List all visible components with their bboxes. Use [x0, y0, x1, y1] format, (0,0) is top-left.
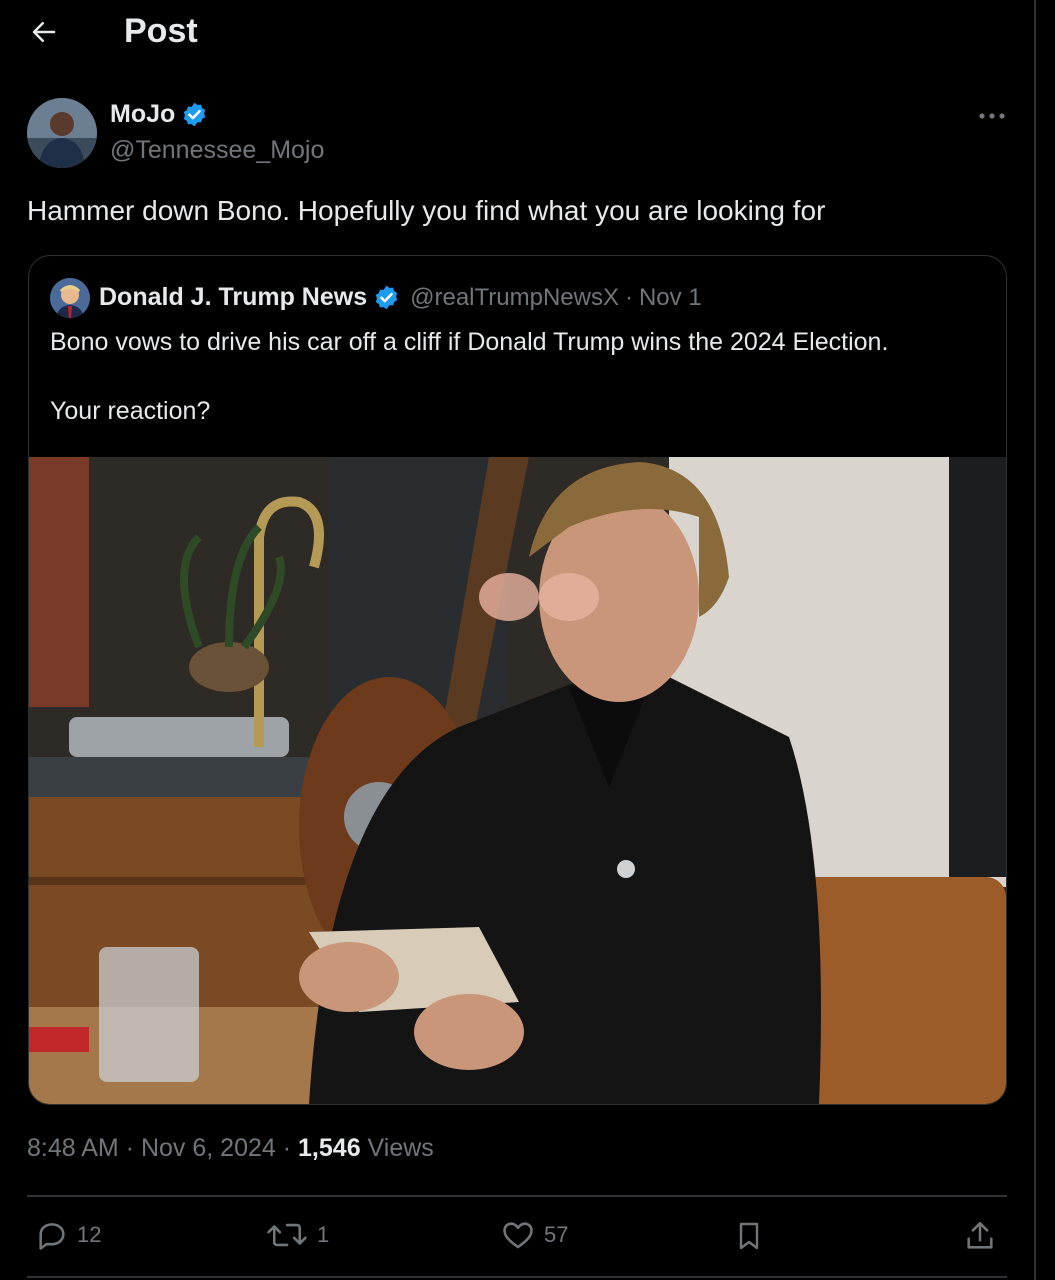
- more-horizontal-icon: [979, 113, 1005, 119]
- quoted-author-handle: @realTrumpNewsX: [410, 283, 619, 311]
- quoted-post-photo[interactable]: [29, 457, 1006, 1104]
- reply-count: 12: [77, 1222, 102, 1247]
- heart-icon: [503, 1222, 533, 1249]
- repost-button[interactable]: 1: [265, 1218, 329, 1252]
- back-button[interactable]: [26, 14, 62, 50]
- quoted-avatar: [50, 278, 90, 318]
- repost-count: 1: [317, 1222, 330, 1247]
- post-text: Hammer down Bono. Hopefully you find wha…: [27, 195, 826, 226]
- divider: [27, 1195, 1007, 1197]
- verified-badge-icon: [375, 285, 398, 310]
- quoted-text-line-2: Your reaction?: [50, 397, 211, 425]
- page-title: Post: [124, 12, 198, 50]
- views-count: 1,546: [298, 1134, 361, 1162]
- column-border: [1034, 0, 1036, 1280]
- author-name[interactable]: MoJo: [110, 100, 175, 129]
- quoted-header: Donald J. Trump News @realTrumpNewsX · N…: [99, 283, 702, 312]
- author-handle[interactable]: @Tennessee_Mojo: [110, 136, 324, 165]
- separator-dot: ·: [282, 1134, 292, 1162]
- quoted-post-card[interactable]: Donald J. Trump News @realTrumpNewsX · N…: [28, 255, 1007, 1105]
- top-bar: Post: [0, 0, 1034, 64]
- quoted-post-date: Nov 1: [638, 283, 702, 311]
- separator-dot: ·: [125, 1134, 135, 1162]
- share-icon: [967, 1221, 993, 1249]
- quoted-text-line-1: Bono vows to drive his car off a cliff i…: [50, 328, 889, 356]
- bookmark-icon: [739, 1222, 759, 1250]
- share-button[interactable]: [963, 1218, 997, 1254]
- reply-button[interactable]: 12: [35, 1218, 101, 1252]
- reply-icon: [39, 1223, 65, 1250]
- bookmark-button[interactable]: [733, 1218, 765, 1254]
- separator-dot: ·: [624, 283, 633, 311]
- like-button[interactable]: 57: [500, 1218, 568, 1252]
- arrow-left-icon: [32, 22, 56, 42]
- more-options-button[interactable]: [972, 102, 1012, 130]
- divider: [27, 1276, 1007, 1278]
- author-name-row[interactable]: MoJo: [110, 100, 208, 129]
- post-time[interactable]: 8:48 AM: [27, 1134, 119, 1162]
- post-meta: 8:48 AM · Nov 6, 2024 · 1,546 Views: [27, 1134, 434, 1163]
- quoted-author-name: Donald J. Trump News: [99, 283, 368, 311]
- views-label: Views: [367, 1134, 434, 1162]
- repost-icon: [267, 1223, 307, 1247]
- verified-badge-icon: [184, 102, 206, 127]
- post-date[interactable]: Nov 6, 2024: [141, 1134, 276, 1162]
- avatar[interactable]: [27, 98, 97, 168]
- like-count: 57: [544, 1222, 569, 1247]
